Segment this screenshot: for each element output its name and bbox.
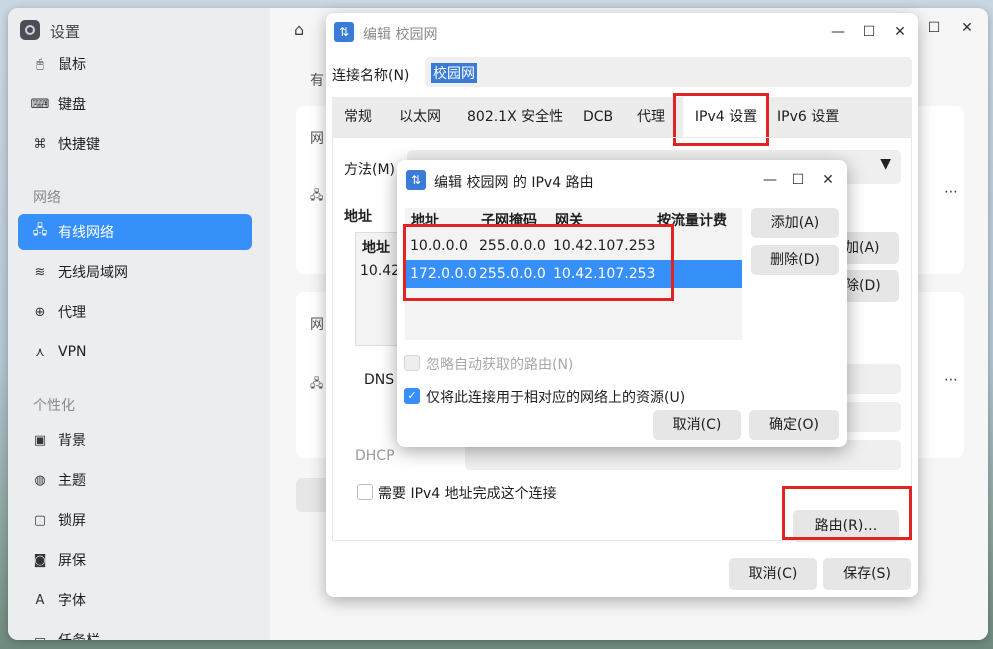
tab-ethernet[interactable]: 以太网 xyxy=(399,97,441,137)
sidebar-item-label: 背景 xyxy=(58,433,86,449)
settings-app-icon xyxy=(20,20,40,40)
close-icon[interactable]: ✕ xyxy=(820,172,836,188)
dhcp-client-id-label: DHCP xyxy=(355,448,395,464)
require-ipv4-checkbox[interactable] xyxy=(357,484,373,500)
delete-label: 除(D) xyxy=(845,278,881,294)
minimize-icon[interactable]: — xyxy=(830,24,846,40)
font-icon: A xyxy=(35,592,45,608)
close-icon[interactable]: ✕ xyxy=(959,20,975,36)
connection-name-label: 连接名称(N) xyxy=(332,68,410,84)
sidebar-item-shortcuts[interactable]: ⌘ 快捷键 xyxy=(18,126,252,162)
proxy-icon: ⊕ xyxy=(34,304,46,320)
tab-bar: 常规 以太网 802.1X 安全性 DCB 代理 IPv4 设置 IPv6 设置 xyxy=(332,97,912,137)
only-resources-label: 仅将此连接用于相对应的网络上的资源(U) xyxy=(426,390,686,406)
require-ipv4-label: 需要 IPv4 地址完成这个连接 xyxy=(378,486,557,502)
sidebar-item-vpn[interactable]: ⋏ VPN xyxy=(18,334,252,370)
tab-general[interactable]: 常规 xyxy=(344,97,372,137)
close-icon[interactable]: ✕ xyxy=(892,24,908,40)
sidebar-item-background[interactable]: ▣ 背景 xyxy=(18,422,252,458)
sidebar-item-theme[interactable]: ◍ 主题 xyxy=(18,462,252,498)
sidebar-item-lockscreen[interactable]: ▢ 锁屏 xyxy=(18,502,252,538)
settings-title: 设置 xyxy=(50,23,81,41)
wifi-icon: ≋ xyxy=(34,264,46,280)
connection-name-value: 校园网 xyxy=(431,63,477,83)
sidebar-item-label: VPN xyxy=(58,344,87,360)
sidebar-item-screensaver[interactable]: ◙ 屏保 xyxy=(18,542,252,578)
sidebar-item-label: 无线局域网 xyxy=(58,265,128,281)
shortcut-icon: ⌘ xyxy=(33,136,47,152)
vpn-icon: ⋏ xyxy=(35,344,45,360)
tab-dcb[interactable]: DCB xyxy=(583,97,613,137)
dropdown-arrow-icon: ▼ xyxy=(880,156,891,172)
sidebar-item-label: 主题 xyxy=(58,473,86,489)
route-delete-button[interactable]: 删除(D) xyxy=(751,245,839,275)
dialog-title: 编辑 校园网 xyxy=(363,27,438,43)
theme-icon: ◍ xyxy=(34,472,46,488)
ignore-auto-routes-label: 忽略自动获取的路由(N) xyxy=(426,357,574,373)
network-edit-icon: ⇅ xyxy=(334,22,354,42)
dialog-title: 编辑 校园网 的 IPv4 路由 xyxy=(434,175,594,191)
sidebar-item-label: 有线网络 xyxy=(58,225,114,241)
more-icon[interactable]: ⋯ xyxy=(944,372,958,388)
sidebar-item-label: 任务栏 xyxy=(58,630,100,640)
sidebar-item-label: 字体 xyxy=(58,593,86,609)
more-icon[interactable]: ⋯ xyxy=(944,184,958,200)
address-cell[interactable]: 10.42 xyxy=(360,263,400,279)
lockscreen-icon: ▢ xyxy=(33,512,47,528)
sidebar-item-keyboard[interactable]: ⌨ 键盘 xyxy=(18,86,252,122)
wired-icon: 🖧 xyxy=(310,376,324,390)
tab-8021x-security[interactable]: 802.1X 安全性 xyxy=(467,97,563,137)
address-column-header: 地址 xyxy=(362,240,390,256)
sidebar-item-label: 代理 xyxy=(58,305,86,321)
sidebar-item-wifi[interactable]: ≋ 无线局域网 xyxy=(18,254,252,290)
tab-proxy[interactable]: 代理 xyxy=(637,97,665,137)
ok-button[interactable]: 确定(O) xyxy=(749,410,839,440)
wired-icon: 🖧 xyxy=(310,188,324,202)
method-label: 方法(M) xyxy=(344,162,396,178)
ipv4-routes-dialog: ⇅ 编辑 校园网 的 IPv4 路由 — ☐ ✕ 地址 子网掩码 网关 按流量计… xyxy=(397,160,847,447)
sidebar-item-label: 键盘 xyxy=(58,97,86,113)
maximize-icon[interactable]: ☐ xyxy=(790,172,806,188)
sidebar-item-label: 屏保 xyxy=(58,553,86,569)
sidebar-item-proxy[interactable]: ⊕ 代理 xyxy=(18,294,252,330)
sidebar-item-wired[interactable]: 🖧 有线网络 xyxy=(18,214,252,250)
network-edit-icon: ⇅ xyxy=(406,170,426,190)
sidebar-item-label: 鼠标 xyxy=(58,57,86,73)
address-section-label: 地址 xyxy=(344,209,372,225)
screensaver-icon: ◙ xyxy=(33,552,47,568)
cancel-button[interactable]: 取消(C) xyxy=(653,410,741,440)
section-label: 有 xyxy=(310,73,324,89)
sidebar-group-personalization: 个性化 xyxy=(33,398,75,414)
tab-ipv6-settings[interactable]: IPv6 设置 xyxy=(777,97,839,137)
maximize-icon[interactable]: ☐ xyxy=(926,20,942,36)
save-button[interactable]: 保存(S) xyxy=(823,558,911,590)
dns-label: DNS xyxy=(364,372,395,388)
routes-button-highlight xyxy=(782,486,912,540)
sidebar-item-taskbar[interactable]: ▭ 任务栏 xyxy=(18,622,252,641)
add-label: 加(A) xyxy=(845,240,880,256)
sidebar-group-network: 网络 xyxy=(33,190,61,206)
card-label: 网 xyxy=(310,131,324,147)
routes-highlight xyxy=(403,224,674,301)
ignore-auto-routes-checkbox[interactable] xyxy=(404,355,420,371)
connection-name-field[interactable]: 校园网 xyxy=(425,57,912,87)
sidebar-item-mouse[interactable]: 🖰 鼠标 xyxy=(18,46,252,82)
keyboard-icon: ⌨ xyxy=(30,96,50,112)
mouse-icon: 🖰 xyxy=(36,56,44,72)
sidebar-item-label: 锁屏 xyxy=(58,513,86,529)
minimize-icon[interactable]: — xyxy=(762,172,778,188)
sidebar: 设置 🖰 鼠标 ⌨ 键盘 ⌘ 快捷键 网络 🖧 有线网络 ≋ 无线局域网 ⊕ 代… xyxy=(8,8,270,640)
card-label: 网 xyxy=(310,317,324,333)
home-icon[interactable]: ⌂ xyxy=(294,20,304,39)
cancel-button[interactable]: 取消(C) xyxy=(729,558,817,590)
wired-network-icon: 🖧 xyxy=(32,223,48,238)
background-icon: ▣ xyxy=(33,432,47,448)
sidebar-item-label: 快捷键 xyxy=(58,137,100,153)
maximize-icon[interactable]: ☐ xyxy=(861,24,877,40)
sidebar-item-font[interactable]: A 字体 xyxy=(18,582,252,618)
only-resources-checkbox[interactable]: ✓ xyxy=(404,388,420,404)
taskbar-icon: ▭ xyxy=(33,632,47,641)
route-add-button[interactable]: 添加(A) xyxy=(751,208,839,238)
